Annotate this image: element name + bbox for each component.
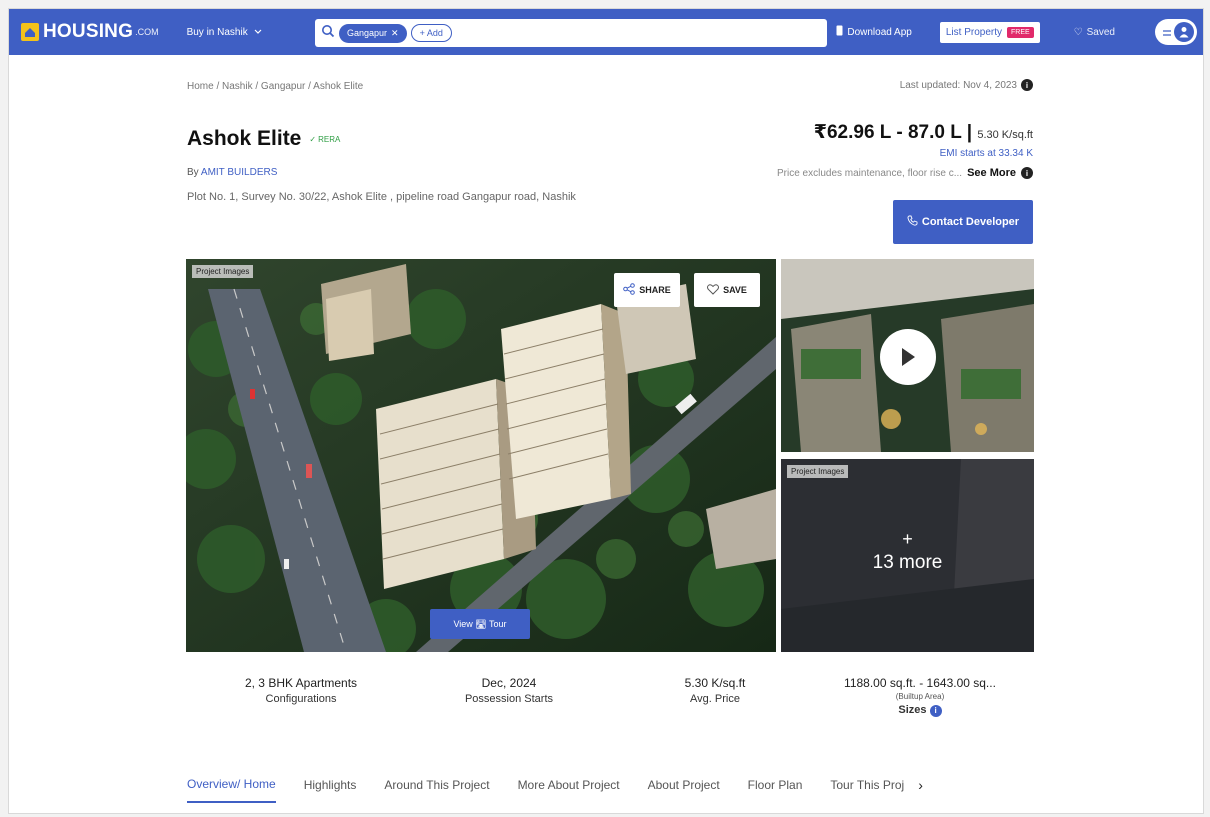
more-images-thumbnail[interactable]: Project Images + 13 more bbox=[781, 459, 1034, 652]
phone-icon bbox=[836, 25, 843, 39]
builder-line: By AMIT BUILDERS bbox=[187, 167, 277, 178]
location-chip-label: Gangapur bbox=[347, 28, 388, 38]
profile-menu[interactable] bbox=[1155, 19, 1197, 45]
play-icon[interactable] bbox=[880, 329, 936, 385]
share-label: SHARE bbox=[639, 285, 671, 295]
logo-text: HOUSING bbox=[43, 21, 134, 42]
list-property-label: List Property bbox=[945, 26, 1002, 38]
stat-label: Possession Starts bbox=[464, 693, 554, 705]
saved-label: Saved bbox=[1086, 26, 1115, 38]
search-bar[interactable]: Gangapur ✕ + Add bbox=[315, 19, 827, 47]
builder-prefix: By bbox=[187, 167, 199, 178]
stat-avg-price: 5.30 K/sq.ft Avg. Price bbox=[635, 676, 795, 705]
price-excludes-text: Price excludes maintenance, floor rise c… bbox=[776, 167, 963, 179]
browser-screen: HOUSING .COM Buy in Nashik Gangapur ✕ + … bbox=[8, 8, 1204, 814]
rera-badge[interactable]: ✓ RERA bbox=[309, 135, 340, 144]
last-updated: Last updated: Nov 4, 2023 i bbox=[900, 79, 1033, 91]
project-title: Ashok Elite bbox=[187, 127, 302, 150]
builder-link[interactable]: AMIT BUILDERS bbox=[201, 167, 278, 178]
last-updated-text: Last updated: Nov 4, 2023 bbox=[899, 79, 1017, 91]
heart-icon: ♡ bbox=[1073, 26, 1083, 38]
project-images-tag: Project Images bbox=[192, 265, 254, 278]
buy-in-dropdown[interactable]: Buy in Nashik bbox=[187, 27, 262, 38]
stat-label: Configurations bbox=[265, 693, 337, 705]
price-per-sqft: 5.30 K/sq.ft bbox=[977, 129, 1033, 141]
menu-icon bbox=[1163, 23, 1171, 41]
stat-value: 2, 3 BHK Apartments bbox=[244, 676, 358, 690]
stat-sizes: 1188.00 sq.ft. - 1643.00 sq... (Builtup … bbox=[825, 676, 1015, 717]
aerial-render-illustration bbox=[186, 259, 776, 652]
save-button[interactable]: SAVE bbox=[694, 273, 760, 307]
info-icon[interactable]: i bbox=[1021, 79, 1033, 91]
check-icon: ✓ bbox=[309, 134, 317, 144]
location-chip[interactable]: Gangapur ✕ bbox=[339, 23, 407, 43]
logo-suffix: .COM bbox=[135, 27, 159, 37]
contact-developer-label: Contact Developer bbox=[921, 216, 1020, 228]
download-app-link[interactable]: Download App bbox=[836, 25, 912, 39]
nav-right: Download App List Property FREE ♡ Saved bbox=[836, 9, 1203, 55]
heart-icon bbox=[707, 283, 720, 297]
price-range-line: ₹62.96 L - 87.0 L | 5.30 K/sq.ft bbox=[814, 121, 1033, 144]
stat-possession: Dec, 2024 Possession Starts bbox=[429, 676, 589, 705]
more-images-overlay: + 13 more bbox=[781, 529, 1034, 574]
stat-label: Sizes bbox=[898, 704, 927, 716]
see-more-link[interactable]: See More bbox=[967, 167, 1016, 179]
download-app-label: Download App bbox=[847, 26, 912, 38]
project-address: Plot No. 1, Survey No. 30/22, Ashok Elit… bbox=[187, 191, 576, 203]
stat-label-row: Sizes i bbox=[825, 704, 1015, 717]
chevron-right-icon[interactable]: › bbox=[918, 777, 923, 803]
more-images-count: 13 more bbox=[872, 552, 943, 573]
project-main-image[interactable]: Project Images SHARE SAVE View 🛣 Tour bbox=[186, 259, 776, 652]
breadcrumb[interactable]: Home / Nashik / Gangapur / Ashok Elite bbox=[187, 81, 363, 92]
emi-link[interactable]: EMI starts at 33.34 K bbox=[814, 148, 1033, 159]
tab-floor-plan[interactable]: Floor Plan bbox=[748, 778, 803, 802]
close-icon[interactable]: ✕ bbox=[391, 28, 399, 39]
view-tour-button[interactable]: View 🛣 Tour bbox=[430, 609, 530, 639]
save-label: SAVE bbox=[723, 285, 747, 295]
project-images-tag: Project Images bbox=[787, 465, 849, 478]
stat-subtext: (Builtup Area) bbox=[895, 692, 945, 701]
tab-tour-project[interactable]: Tour This Proj bbox=[830, 778, 904, 802]
share-icon bbox=[623, 283, 636, 297]
stat-configurations: 2, 3 BHK Apartments Configurations bbox=[221, 676, 381, 705]
free-badge: FREE bbox=[1007, 26, 1034, 38]
price-block: ₹62.96 L - 87.0 L | 5.30 K/sq.ft EMI sta… bbox=[814, 121, 1033, 159]
contact-developer-button[interactable]: Contact Developer bbox=[893, 200, 1033, 244]
tab-more-about-project[interactable]: More About Project bbox=[518, 778, 620, 802]
add-location-button[interactable]: + Add bbox=[410, 24, 452, 42]
saved-link[interactable]: ♡ Saved bbox=[1074, 27, 1115, 38]
tab-around-project[interactable]: Around This Project bbox=[384, 778, 489, 802]
search-icon bbox=[321, 24, 335, 43]
housing-logo-icon bbox=[21, 23, 39, 41]
top-nav: HOUSING .COM Buy in Nashik Gangapur ✕ + … bbox=[9, 9, 1203, 55]
phone-call-icon bbox=[907, 215, 918, 229]
tab-about-project[interactable]: About Project bbox=[648, 778, 720, 802]
buy-in-label: Buy in Nashik bbox=[186, 26, 248, 38]
housing-logo[interactable]: HOUSING .COM bbox=[21, 21, 159, 43]
stat-label: Avg. Price bbox=[690, 693, 740, 705]
info-icon[interactable]: i bbox=[929, 704, 942, 717]
tab-highlights[interactable]: Highlights bbox=[304, 778, 357, 802]
tab-overview[interactable]: Overview/ Home bbox=[187, 777, 276, 803]
price-range: ₹62.96 L - 87.0 L | bbox=[813, 122, 973, 143]
list-property-button[interactable]: List Property FREE bbox=[939, 21, 1040, 43]
share-button[interactable]: SHARE bbox=[614, 273, 680, 307]
stat-value: 5.30 K/sq.ft bbox=[684, 676, 746, 690]
project-title-row: Ashok Elite ✓ RERA bbox=[187, 127, 340, 151]
stat-value: Dec, 2024 bbox=[481, 676, 537, 690]
rera-label: RERA bbox=[318, 134, 341, 144]
info-icon[interactable]: i bbox=[1021, 167, 1033, 179]
project-video-thumbnail[interactable] bbox=[781, 259, 1034, 452]
avatar bbox=[1174, 22, 1194, 42]
plus-icon: + bbox=[902, 529, 913, 549]
section-tabs: Overview/ Home Highlights Around This Pr… bbox=[187, 777, 923, 803]
chevron-down-icon bbox=[254, 27, 262, 38]
stat-value: 1188.00 sq.ft. - 1643.00 sq... bbox=[844, 676, 996, 690]
price-note: Price excludes maintenance, floor rise c… bbox=[777, 167, 1033, 179]
